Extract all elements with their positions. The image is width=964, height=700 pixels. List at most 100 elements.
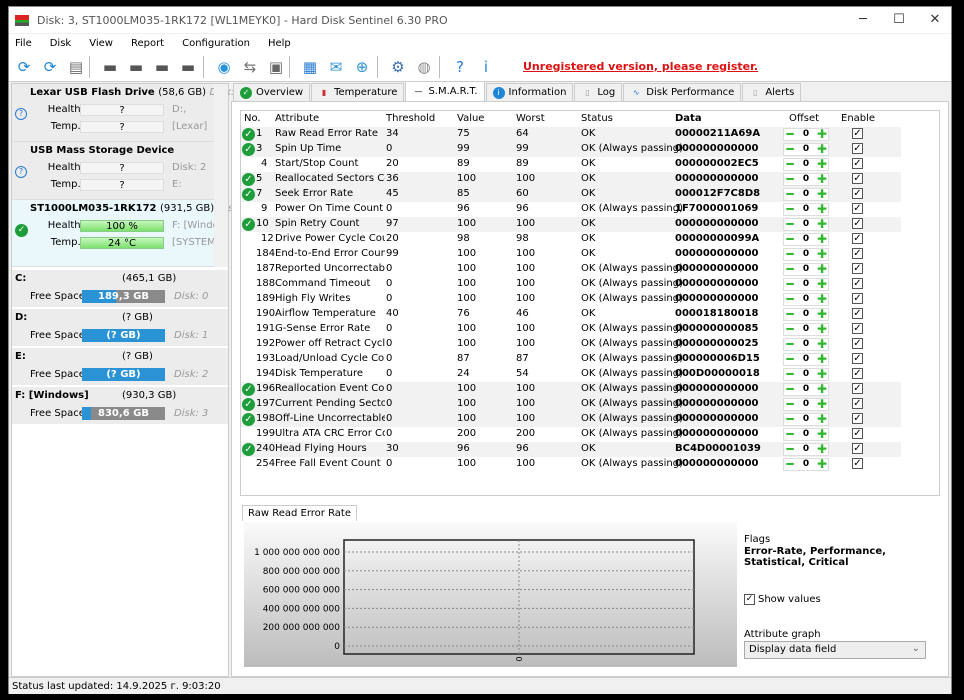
plus-icon[interactable]: ✚ <box>816 413 828 425</box>
usb-disk-icon[interactable]: ⇆ <box>239 56 261 78</box>
plus-icon[interactable]: ✚ <box>816 128 828 140</box>
menu-report[interactable]: Report <box>131 38 164 49</box>
offset-stepper[interactable]: ━ 0 ✚ <box>783 293 829 306</box>
enable-checkbox[interactable]: ✓ <box>852 338 863 349</box>
enable-checkbox[interactable]: ✓ <box>852 293 863 304</box>
enable-checkbox[interactable]: ✓ <box>852 233 863 244</box>
offset-stepper[interactable]: ━ 0 ✚ <box>783 248 829 261</box>
sound-icon[interactable]: ◍ <box>413 56 435 78</box>
header-status[interactable]: Status <box>581 113 613 124</box>
table-row[interactable]: 187Reported Uncorrectabl...0100100OK (Al… <box>241 262 939 277</box>
plus-icon[interactable]: ✚ <box>816 293 828 305</box>
minus-icon[interactable]: ━ <box>784 308 796 320</box>
plus-icon[interactable]: ✚ <box>816 458 828 470</box>
minus-icon[interactable]: ━ <box>784 338 796 350</box>
enable-checkbox[interactable]: ✓ <box>852 173 863 184</box>
plus-icon[interactable]: ✚ <box>816 383 828 395</box>
plus-icon[interactable]: ✚ <box>816 248 828 260</box>
tab-overview[interactable]: ✓ Overview <box>233 83 311 101</box>
minus-icon[interactable]: ━ <box>784 248 796 260</box>
table-row[interactable]: 254 Free Fall Event Count 0 100 100 OK (Alway… <box>241 457 939 472</box>
plus-icon[interactable]: ✚ <box>816 218 828 230</box>
header-enable[interactable]: Enable <box>841 113 875 124</box>
minus-icon[interactable]: ━ <box>784 218 796 230</box>
table-row[interactable]: ✓ 7 Seek Error Rate 45 85 60 OK 000012F7C8D8 ━ 0 ✚… <box>241 187 939 202</box>
header-attribute[interactable]: Attribute <box>275 113 385 124</box>
table-row[interactable]: ✓196Reallocation Event Count0100100OK (A… <box>241 382 939 397</box>
table-row[interactable]: ✓ 1 Raw Read Error Rate 34 75 64 OK 00000211A69… <box>241 127 939 142</box>
attribute-graph-select[interactable]: Display data field ⌄ <box>744 641 926 659</box>
table-row[interactable]: 4 Start/Stop Count 20 89 89 OK 000000002EC5 ━ 0 ✚… <box>241 157 939 172</box>
minus-icon[interactable]: ━ <box>784 368 796 380</box>
enable-checkbox[interactable]: ✓ <box>852 458 863 469</box>
table-row[interactable]: 12Drive Power Cycle Count209898OK0000000… <box>241 232 939 247</box>
plus-icon[interactable]: ✚ <box>816 143 828 155</box>
disk-search-icon[interactable]: ▬ <box>177 56 199 78</box>
menu-disk[interactable]: Disk <box>50 38 71 49</box>
offset-stepper[interactable]: ━ 0 ✚ <box>783 278 829 291</box>
minus-icon[interactable]: ━ <box>784 383 796 395</box>
table-row[interactable]: 192Power off Retract Cycle ...0100100OK … <box>241 337 939 352</box>
menu-view[interactable]: View <box>89 38 113 49</box>
minus-icon[interactable]: ━ <box>784 278 796 290</box>
enable-checkbox[interactable]: ✓ <box>852 383 863 394</box>
tab-temperature[interactable]: ▮ Temperature <box>311 83 405 101</box>
offset-stepper[interactable]: ━ 0 ✚ <box>783 413 829 426</box>
header-worst[interactable]: Worst <box>516 113 545 124</box>
table-row[interactable]: 191 G-Sense Error Rate 0 100 100 OK (Always p… <box>241 322 939 337</box>
tab-disk-performance[interactable]: ∿ Disk Performance <box>623 83 742 101</box>
minus-icon[interactable]: ━ <box>784 443 796 455</box>
table-row[interactable]: 189 High Fly Writes 0 100 100 OK (Always pass… <box>241 292 939 307</box>
show-values-checkbox[interactable]: ✓ Show values <box>744 594 821 605</box>
minus-icon[interactable]: ━ <box>784 263 796 275</box>
header-offset[interactable]: Offset <box>789 113 819 124</box>
header-no[interactable]: No. <box>244 113 261 124</box>
disk-item[interactable]: USB Mass Storage Device ? Health:? Temp.:?… <box>12 142 214 200</box>
enable-checkbox[interactable]: ✓ <box>852 368 863 379</box>
minus-icon[interactable]: ━ <box>784 458 796 470</box>
table-row[interactable]: 199Ultra ATA CRC Error Co...0200200OK (A… <box>241 427 939 442</box>
tab-log[interactable]: ▯ Log <box>574 83 623 101</box>
enable-checkbox[interactable]: ✓ <box>852 278 863 289</box>
offset-stepper[interactable]: ━ 0 ✚ <box>783 428 829 441</box>
offset-stepper[interactable]: ━ 0 ✚ <box>783 233 829 246</box>
offset-stepper[interactable]: ━ 0 ✚ <box>783 218 829 231</box>
offset-stepper[interactable]: ━ 0 ✚ <box>783 383 829 396</box>
disk-list-icon[interactable]: ▤ <box>65 56 87 78</box>
minus-icon[interactable]: ━ <box>784 233 796 245</box>
settings-gear-icon[interactable]: ⚙ <box>387 56 409 78</box>
menu-configuration[interactable]: Configuration <box>182 38 250 49</box>
table-row[interactable]: 193Load/Unload Cycle Cou...08787OK (Alwa… <box>241 352 939 367</box>
offset-stepper[interactable]: ━ 0 ✚ <box>783 458 829 471</box>
table-row[interactable]: 9 Power On Time Count 0 96 96 OK (Always pass… <box>241 202 939 217</box>
plus-icon[interactable]: ✚ <box>816 233 828 245</box>
header-threshold[interactable]: Threshold <box>386 113 435 124</box>
offset-stepper[interactable]: ━ 0 ✚ <box>783 263 829 276</box>
table-row[interactable]: ✓ 3 Spin Up Time 0 99 99 OK (Always passing) 00… <box>241 142 939 157</box>
network-icon[interactable]: ⊕ <box>351 56 373 78</box>
disk-test-icon[interactable]: ▬ <box>99 56 121 78</box>
enable-checkbox[interactable]: ✓ <box>852 353 863 364</box>
offset-stepper[interactable]: ━ 0 ✚ <box>783 398 829 411</box>
tab-alerts[interactable]: ▯ Alerts <box>742 83 802 101</box>
offset-stepper[interactable]: ━ 0 ✚ <box>783 203 829 216</box>
enable-checkbox[interactable]: ✓ <box>852 158 863 169</box>
tab-information[interactable]: i Information <box>485 83 574 101</box>
plus-icon[interactable]: ✚ <box>816 278 828 290</box>
minus-icon[interactable]: ━ <box>784 158 796 170</box>
enable-checkbox[interactable]: ✓ <box>852 203 863 214</box>
email-icon[interactable]: ✉ <box>325 56 347 78</box>
partition-item[interactable]: E: (? GB) Free Space (? GB) Disk: 2 <box>12 348 228 386</box>
enable-checkbox[interactable]: ✓ <box>852 143 863 154</box>
enable-checkbox[interactable]: ✓ <box>852 263 863 274</box>
menu-file[interactable]: File <box>15 38 32 49</box>
minimize-button[interactable]: ─ <box>845 7 881 33</box>
tab-s-m-a-r-t[interactable]: — S.M.A.R.T. <box>405 81 485 101</box>
minus-icon[interactable]: ━ <box>784 323 796 335</box>
minus-icon[interactable]: ━ <box>784 143 796 155</box>
header-value[interactable]: Value <box>457 113 484 124</box>
enable-checkbox[interactable]: ✓ <box>852 248 863 259</box>
plus-icon[interactable]: ✚ <box>816 443 828 455</box>
table-row[interactable]: ✓ 240 Head Flying Hours 30 96 96 OK BC4D0000103… <box>241 442 939 457</box>
menu-help[interactable]: Help <box>268 38 291 49</box>
